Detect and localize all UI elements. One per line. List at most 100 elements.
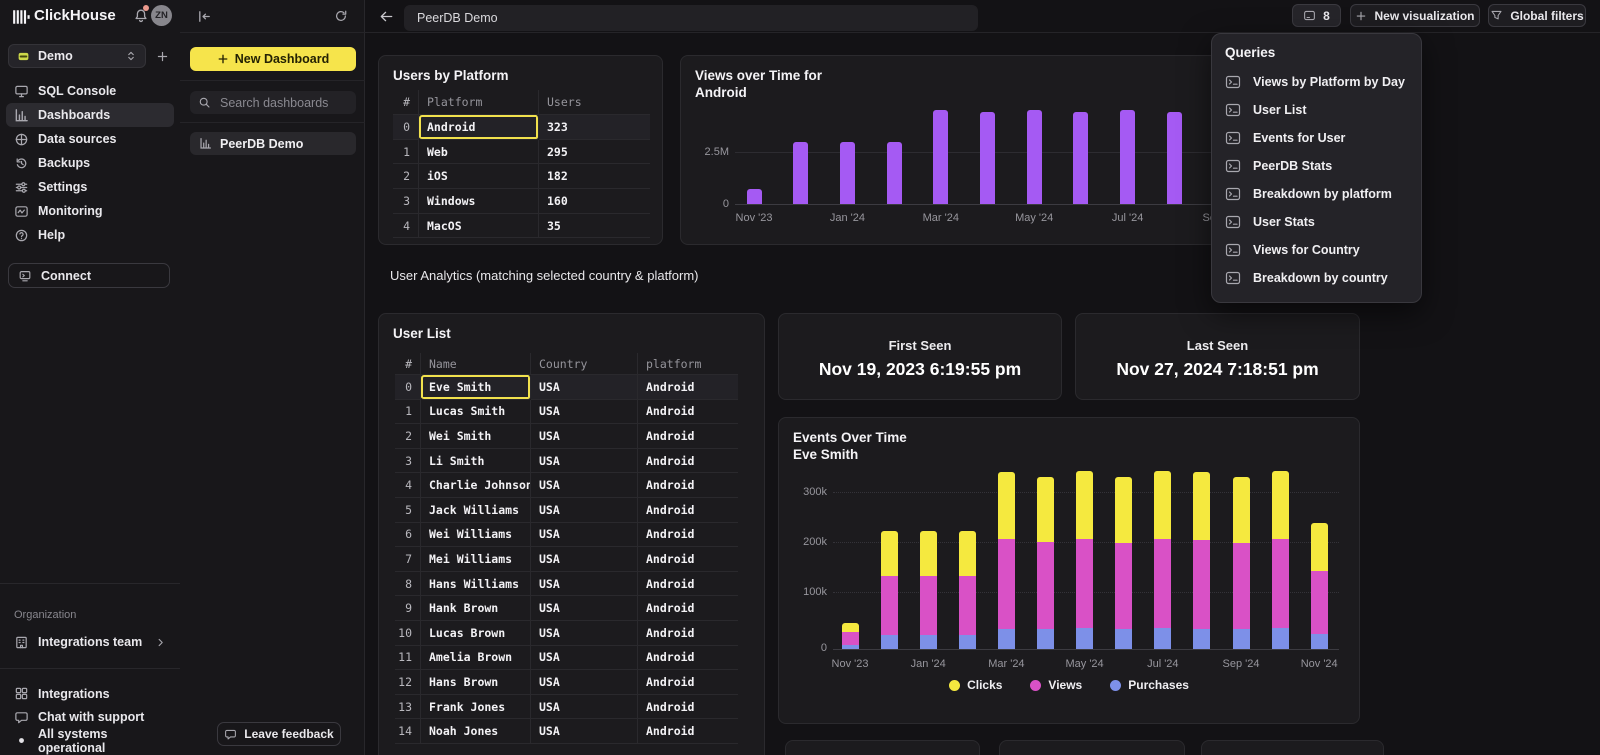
query-item-views-by-platform-by-day[interactable]: Views by Platform by Day bbox=[1212, 68, 1421, 96]
table-cell[interactable]: Android bbox=[638, 621, 738, 646]
table-cell[interactable]: 6 bbox=[395, 523, 421, 548]
table-cell[interactable]: 11 bbox=[395, 646, 421, 671]
table-cell[interactable]: 7 bbox=[395, 547, 421, 572]
table-cell[interactable]: Charlie Johnson bbox=[421, 473, 531, 498]
table-cell[interactable]: USA bbox=[531, 719, 638, 744]
table-cell[interactable]: 1 bbox=[393, 140, 419, 165]
table-cell[interactable]: Noah Jones bbox=[421, 719, 531, 744]
table-cell[interactable]: Frank Jones bbox=[421, 695, 531, 720]
sidebar-item-sql-console[interactable]: SQL Console bbox=[6, 79, 174, 103]
queries-count-button[interactable]: 8 bbox=[1292, 4, 1341, 27]
table-cell[interactable]: 323 bbox=[539, 115, 650, 140]
table-cell[interactable]: Android bbox=[638, 449, 738, 474]
table-cell[interactable]: Android bbox=[419, 115, 539, 140]
back-button[interactable] bbox=[376, 6, 396, 26]
table-cell[interactable]: USA bbox=[531, 523, 638, 548]
search-input[interactable] bbox=[218, 95, 348, 111]
table-cell[interactable]: 13 bbox=[395, 695, 421, 720]
collapse-panel-button[interactable] bbox=[194, 6, 214, 26]
footer-item-integrations[interactable]: Integrations bbox=[6, 682, 174, 706]
table-cell[interactable]: 8 bbox=[395, 572, 421, 597]
table-cell[interactable]: Jack Williams bbox=[421, 498, 531, 523]
table-cell[interactable]: 2 bbox=[395, 424, 421, 449]
table-cell[interactable]: Android bbox=[638, 719, 738, 744]
sidebar-item-backups[interactable]: Backups bbox=[6, 151, 174, 175]
table-cell[interactable]: iOS bbox=[419, 164, 539, 189]
table-cell[interactable]: Android bbox=[638, 523, 738, 548]
table-cell[interactable]: USA bbox=[531, 670, 638, 695]
table-cell[interactable]: 160 bbox=[539, 189, 650, 214]
sidebar-item-settings[interactable]: Settings bbox=[6, 175, 174, 199]
table-cell[interactable]: 14 bbox=[395, 719, 421, 744]
table-cell[interactable]: 4 bbox=[395, 473, 421, 498]
footer-item-all-systems-operational[interactable]: All systems operational bbox=[6, 729, 174, 753]
table-cell[interactable]: Android bbox=[638, 498, 738, 523]
new-visualization-button[interactable]: New visualization bbox=[1350, 4, 1480, 27]
footer-item-chat-with-support[interactable]: Chat with support bbox=[6, 706, 174, 730]
dashboard-title-input[interactable] bbox=[404, 5, 978, 31]
dashboard-search[interactable] bbox=[190, 91, 356, 114]
connect-button[interactable]: Connect bbox=[8, 263, 170, 288]
table-cell[interactable]: Android bbox=[638, 375, 738, 400]
table-cell[interactable]: 0 bbox=[393, 115, 419, 140]
table-cell[interactable]: Li Smith bbox=[421, 449, 531, 474]
table-cell[interactable]: 3 bbox=[393, 189, 419, 214]
table-cell[interactable]: USA bbox=[531, 424, 638, 449]
table-cell[interactable]: Hank Brown bbox=[421, 596, 531, 621]
query-item-breakdown-by-platform[interactable]: Breakdown by platform bbox=[1212, 180, 1421, 208]
table-cell[interactable]: 182 bbox=[539, 164, 650, 189]
table-cell[interactable]: 12 bbox=[395, 670, 421, 695]
query-item-events-for-user[interactable]: Events for User bbox=[1212, 124, 1421, 152]
dashboard-list-item[interactable]: PeerDB Demo bbox=[190, 132, 356, 155]
table-cell[interactable]: USA bbox=[531, 572, 638, 597]
table-cell[interactable]: Android bbox=[638, 670, 738, 695]
table-cell[interactable]: Android bbox=[638, 547, 738, 572]
table-cell[interactable]: Lucas Smith bbox=[421, 400, 531, 425]
query-item-user-list[interactable]: User List bbox=[1212, 96, 1421, 124]
sidebar-item-help[interactable]: Help bbox=[6, 223, 174, 247]
table-cell[interactable]: 3 bbox=[395, 449, 421, 474]
table-cell[interactable]: Android bbox=[638, 473, 738, 498]
table-cell[interactable]: 2 bbox=[393, 164, 419, 189]
query-item-views-for-country[interactable]: Views for Country bbox=[1212, 236, 1421, 264]
table-cell[interactable]: USA bbox=[531, 449, 638, 474]
table-cell[interactable]: Hans Williams bbox=[421, 572, 531, 597]
sidebar-item-data-sources[interactable]: Data sources bbox=[6, 127, 174, 151]
table-cell[interactable]: Web bbox=[419, 140, 539, 165]
table-cell[interactable]: 5 bbox=[395, 498, 421, 523]
table-cell[interactable]: USA bbox=[531, 547, 638, 572]
table-cell[interactable]: 35 bbox=[539, 214, 650, 239]
add-service-button[interactable] bbox=[152, 46, 172, 66]
table-cell[interactable]: USA bbox=[531, 400, 638, 425]
table-cell[interactable]: USA bbox=[531, 695, 638, 720]
table-cell[interactable]: 295 bbox=[539, 140, 650, 165]
table-cell[interactable]: Android bbox=[638, 424, 738, 449]
table-cell[interactable]: USA bbox=[531, 375, 638, 400]
table-cell[interactable]: Android bbox=[638, 400, 738, 425]
sidebar-item-dashboards[interactable]: Dashboards bbox=[6, 103, 174, 127]
table-cell[interactable]: Android bbox=[638, 596, 738, 621]
sidebar-item-monitoring[interactable]: Monitoring bbox=[6, 199, 174, 223]
table-cell[interactable]: Hans Brown bbox=[421, 670, 531, 695]
query-item-peerdb-stats[interactable]: PeerDB Stats bbox=[1212, 152, 1421, 180]
table-cell[interactable]: USA bbox=[531, 596, 638, 621]
table-cell[interactable]: 10 bbox=[395, 621, 421, 646]
table-cell[interactable]: 0 bbox=[395, 375, 421, 400]
new-dashboard-button[interactable]: New Dashboard bbox=[190, 47, 356, 71]
table-cell[interactable]: Eve Smith bbox=[421, 375, 531, 400]
table-cell[interactable]: Mei Williams bbox=[421, 547, 531, 572]
table-cell[interactable]: Lucas Brown bbox=[421, 621, 531, 646]
query-item-user-stats[interactable]: User Stats bbox=[1212, 208, 1421, 236]
global-filters-button[interactable]: Global filters bbox=[1488, 4, 1586, 27]
sidebar-item-integrations-team[interactable]: Integrations team bbox=[6, 630, 174, 654]
refresh-button[interactable] bbox=[331, 6, 351, 26]
service-selector[interactable]: Demo bbox=[8, 44, 146, 68]
table-cell[interactable]: USA bbox=[531, 498, 638, 523]
leave-feedback-button[interactable]: Leave feedback bbox=[217, 722, 341, 746]
table-cell[interactable]: 4 bbox=[393, 214, 419, 239]
table-cell[interactable]: USA bbox=[531, 621, 638, 646]
avatar[interactable]: ZN bbox=[151, 5, 172, 26]
table-cell[interactable]: Wei Williams bbox=[421, 523, 531, 548]
table-cell[interactable]: 1 bbox=[395, 400, 421, 425]
table-cell[interactable]: Android bbox=[638, 695, 738, 720]
